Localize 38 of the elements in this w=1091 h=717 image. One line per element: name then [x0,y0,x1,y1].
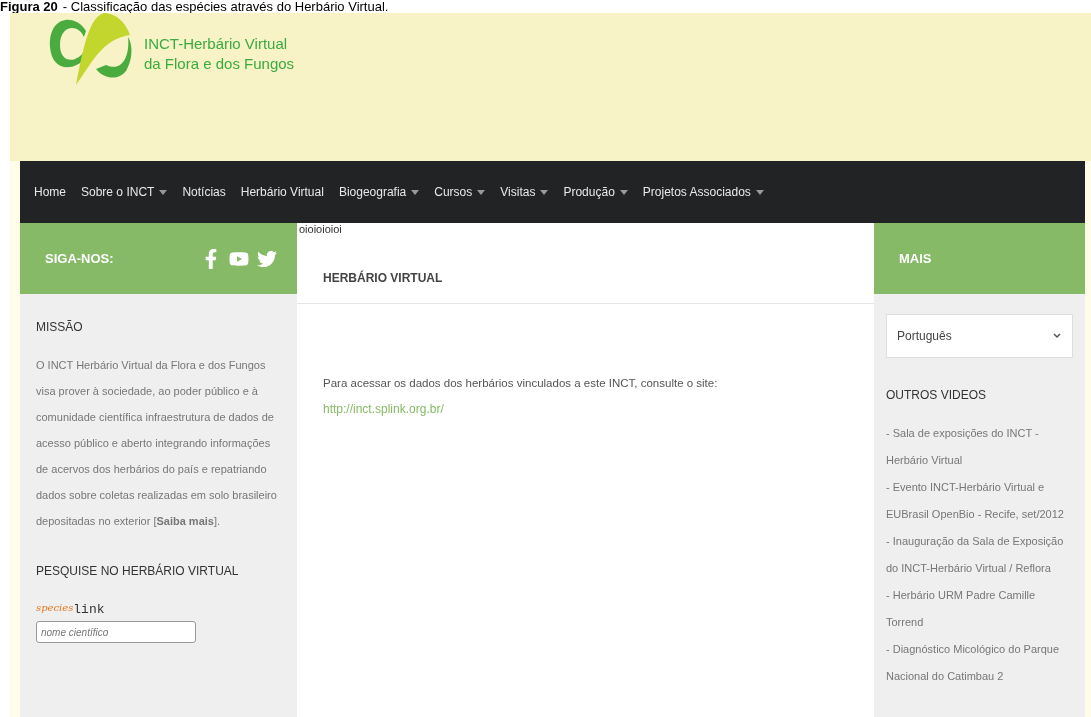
caret-icon [159,189,168,195]
language-select[interactable]: Português [886,314,1073,358]
nav-item[interactable]: Sobre o INCT [81,185,168,199]
caret-icon [755,189,764,195]
sidebar-title: MAIS [899,251,932,266]
page-tag: oioioioioi [297,223,874,235]
nav-item[interactable]: Projetos Associados [642,185,764,199]
section-title: PESQUISE NO HERBÁRIO VIRTUAL [36,564,240,578]
logo-word: species [36,602,74,613]
logo-title: INCT-Herbário Virtual [144,34,289,54]
nav-item[interactable]: Visitas [500,185,549,199]
logo-subtitle: da Flora e dos Fungos [144,54,295,74]
section-title: OUTROS VIDEOS [886,388,987,402]
video-link[interactable]: - Sala de exposições do INCT - Herbário Virtual [886,420,1073,474]
video-link[interactable]: - Diagnóstico Micológico do Parque Nacional do Catimbau 2 [886,636,1073,690]
chevron-icon [1052,331,1062,341]
nav-item[interactable]: Biogeografia [338,185,420,199]
mission-text: O INCT Herbário Virtual da Flora e dos Fungos visa prover à sociedade, ao poder público e à comunidade científica infraestrutura de dados de acesso público e aberto integrando informações de acervos dos herbários do país e repatriando dados sobre coletas realizadas em solo brasileiro depositadas no exterior [Saiba mais]. [36,358,278,529]
video-link[interactable]: - Evento INCT-Herbário Virtual e EUBrasil OpenBio - Recife, set/2012 [886,474,1073,528]
body-text: Para acessar os dados dos herbários vinculados a este INCT, consulte o site: [323,376,719,391]
caret-icon [540,189,549,195]
twitter-icon[interactable] [257,248,277,269]
video-link[interactable]: - Herbário URM Padre Camille Torrend [886,582,1073,636]
caret-icon [619,189,628,195]
sidebar-title: SIGA-NOS: [45,251,114,266]
caret-icon [477,189,486,195]
logo-word: link [73,602,105,617]
nav-item[interactable]: Herbário Virtual [240,185,324,199]
caret-icon [411,189,420,195]
nav-item[interactable]: Notícias [182,185,226,199]
figure-caption: - Classificação das espécies através do Herbário Virtual. [62,0,389,13]
video-link[interactable]: - Inauguração da Sala de Exposição do INCT-Herbário Virtual / Reflora [886,528,1073,582]
nav-item[interactable]: Cursos [434,185,486,199]
section-title: MISSÃO [36,320,84,334]
nav-item[interactable]: Home [34,185,66,199]
search-field[interactable]: nome científico [36,621,196,643]
nav-item[interactable]: Produção [563,185,628,199]
figure-label: Figura 20 [0,0,58,13]
